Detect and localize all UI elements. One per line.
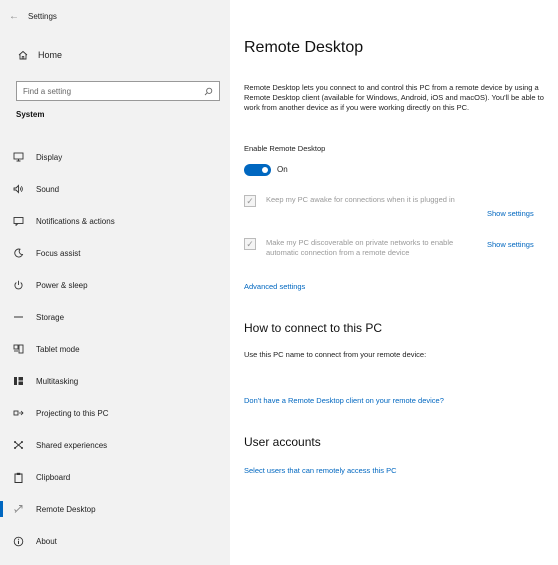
back-button[interactable]: ← [0,0,28,32]
sidebar-item-label: Notifications & actions [36,216,115,226]
home-label: Home [38,50,63,60]
about-icon [0,536,36,547]
notifications-icon [0,216,36,226]
sidebar-item-notifications[interactable]: Notifications & actions [0,205,230,237]
home-nav-item[interactable]: Home [18,50,62,60]
sound-icon [0,184,36,194]
show-settings-link-2[interactable]: Show settings [487,240,534,249]
sidebar-item-label: Storage [36,312,65,322]
sidebar-item-label: Display [36,152,63,162]
remote-desktop-icon [0,504,36,514]
section-label: System [16,110,45,119]
sidebar-item-clipboard[interactable]: Clipboard [0,461,230,493]
sidebar: ← Settings Home System Display Sound [0,0,230,565]
sidebar-item-shared-experiences[interactable]: Shared experiences [0,429,230,461]
search-input[interactable] [23,86,193,96]
connect-heading: How to connect to this PC [244,321,383,335]
search-box[interactable] [16,81,220,101]
sidebar-item-label: Sound [36,184,60,194]
sidebar-item-label: Projecting to this PC [36,408,109,418]
sidebar-item-label: Clipboard [36,472,71,482]
sidebar-item-label: Multitasking [36,376,79,386]
back-arrow-icon: ← [9,10,19,22]
discoverable-label: Make my PC discoverable on private netwo… [266,238,454,257]
keep-awake-label: Keep my PC awake for connections when it… [266,195,455,204]
app-title: Settings [28,11,57,21]
discoverable-option: ✓ Make my PC discoverable on private net… [244,238,476,258]
checkmark-icon: ✓ [246,238,254,249]
user-accounts-heading: User accounts [244,435,321,449]
page-title: Remote Desktop [244,39,364,56]
sidebar-item-projecting[interactable]: Projecting to this PC [0,397,230,429]
sidebar-item-label: Remote Desktop [36,504,96,514]
display-icon [0,152,36,162]
power-icon [0,280,36,290]
page-description: Remote Desktop lets you connect to and c… [244,83,544,112]
search-icon[interactable] [204,87,213,96]
sidebar-item-power-sleep[interactable]: Power & sleep [0,269,230,301]
select-users-link[interactable]: Select users that can remotely access th… [244,466,397,475]
toggle-state-label: On [277,165,288,174]
no-client-link[interactable]: Don't have a Remote Desktop client on yo… [244,396,444,405]
title-bar: ← Settings [0,0,230,32]
tablet-mode-icon [0,344,36,354]
sidebar-item-label: Tablet mode [36,344,80,354]
sidebar-item-label: Focus assist [36,248,81,258]
keep-awake-option: ✓ Keep my PC awake for connections when … [244,195,476,207]
focus-assist-icon [0,248,36,258]
sidebar-item-label: About [36,536,57,546]
keep-awake-checkbox[interactable]: ✓ [244,195,256,207]
sidebar-item-label: Shared experiences [36,440,108,450]
sidebar-item-storage[interactable]: Storage [0,301,230,333]
enable-remote-desktop-label: Enable Remote Desktop [244,144,326,153]
show-settings-link-1[interactable]: Show settings [487,209,534,218]
sidebar-item-label: Power & sleep [36,280,88,290]
sidebar-item-display[interactable]: Display [0,141,230,173]
checkmark-icon: ✓ [246,195,254,206]
discoverable-checkbox[interactable]: ✓ [244,238,256,250]
sidebar-item-tablet-mode[interactable]: Tablet mode [0,333,230,365]
home-icon [18,50,28,60]
enable-remote-desktop-toggle[interactable] [244,164,271,176]
shared-experiences-icon [0,440,36,450]
sidebar-item-remote-desktop[interactable]: Remote Desktop [0,493,230,525]
sidebar-item-focus-assist[interactable]: Focus assist [0,237,230,269]
projecting-icon [0,408,36,418]
multitasking-icon [0,376,36,386]
main-content: Remote Desktop Remote Desktop lets you c… [230,0,558,565]
sidebar-item-about[interactable]: About [0,525,230,557]
clipboard-icon [0,472,36,483]
connect-instructions: Use this PC name to connect from your re… [244,350,427,359]
storage-icon [0,312,36,322]
sidebar-item-multitasking[interactable]: Multitasking [0,365,230,397]
sidebar-item-sound[interactable]: Sound [0,173,230,205]
advanced-settings-link[interactable]: Advanced settings [244,282,305,291]
